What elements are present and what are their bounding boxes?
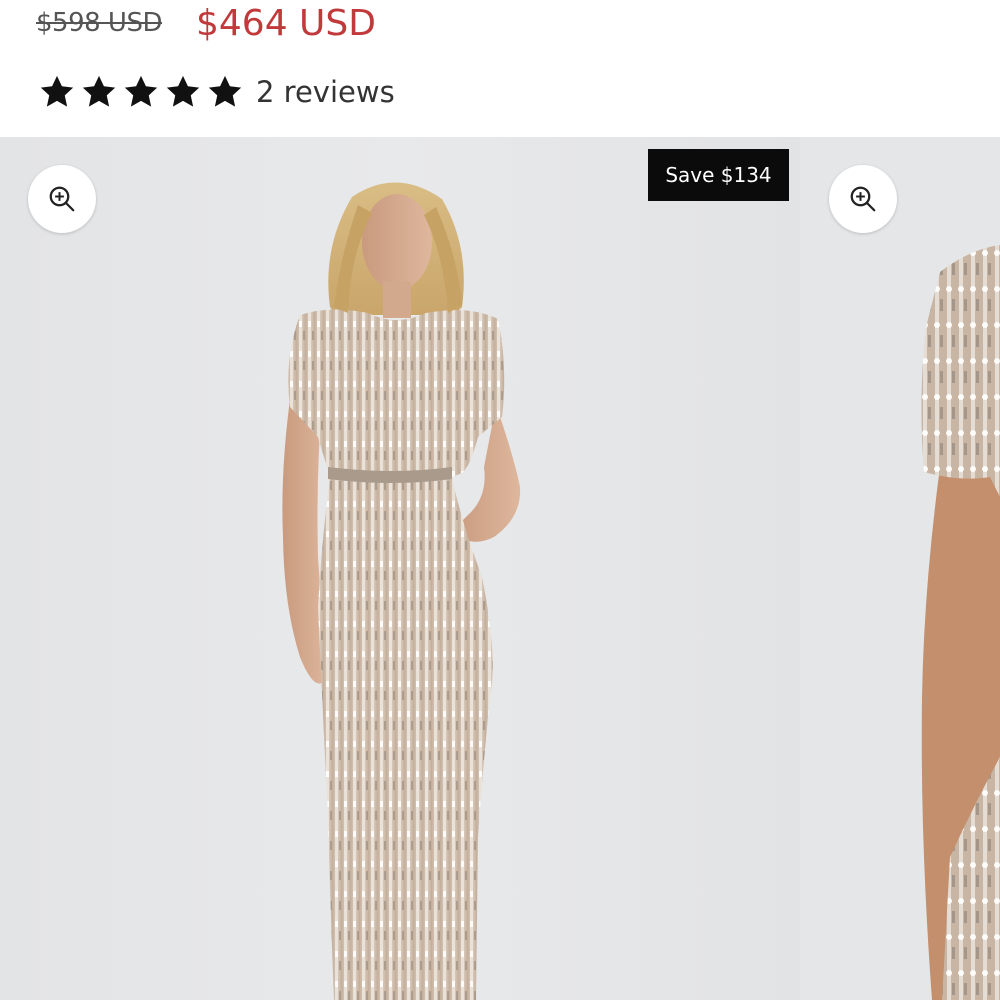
rating-summary[interactable]: 2 reviews xyxy=(38,70,395,114)
star-icon xyxy=(40,75,74,107)
zoom-in-icon xyxy=(850,186,876,212)
product-photo-front xyxy=(282,182,521,1000)
gallery-slide-front[interactable]: Save $134 xyxy=(0,137,800,1000)
star-rating xyxy=(38,73,244,111)
price-row: $598 USD $464 USD xyxy=(36,0,376,46)
star-icon xyxy=(124,75,158,107)
original-price: $598 USD xyxy=(36,8,163,38)
star-icon xyxy=(82,75,116,107)
zoom-button[interactable] xyxy=(829,165,897,233)
save-badge: Save $134 xyxy=(648,149,789,201)
reviews-link[interactable]: 2 reviews xyxy=(256,75,395,109)
product-image-gallery[interactable]: Save $134 xyxy=(0,137,1000,1000)
star-icon xyxy=(208,75,242,107)
gallery-slide-detail[interactable] xyxy=(800,137,1000,1000)
product-photo-detail xyxy=(921,245,1000,1000)
sale-price: $464 USD xyxy=(196,2,376,44)
star-icon xyxy=(166,75,200,107)
zoom-in-icon xyxy=(49,186,75,212)
zoom-button[interactable] xyxy=(28,165,96,233)
